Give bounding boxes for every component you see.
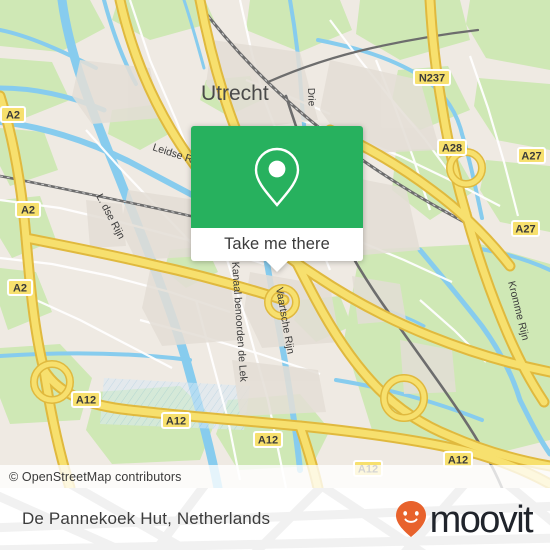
map-shield: A2 [7, 279, 33, 296]
svg-text:A12: A12 [76, 395, 96, 407]
map-shield: N237 [413, 69, 451, 86]
map-shield: A28 [437, 139, 467, 156]
moovit-logo[interactable]: moovit [394, 499, 534, 541]
take-me-there-button[interactable]: Take me there [191, 228, 363, 272]
map-shield: A12 [161, 412, 191, 429]
map-shield: A27 [511, 220, 540, 237]
map-shield: A12 [253, 431, 283, 448]
map-label-water: Drie [305, 88, 317, 107]
callout-pin-area [191, 126, 363, 228]
moovit-smiley-pin-icon [395, 501, 426, 537]
svg-text:A2: A2 [21, 205, 35, 217]
place-callout-card[interactable]: Take me there [191, 126, 363, 272]
map-shield: A2 [0, 106, 26, 123]
map-shield: A2 [15, 201, 41, 218]
moovit-wordmark: moovit [429, 499, 534, 541]
svg-text:A27: A27 [515, 224, 535, 236]
osm-attribution-bar: © OpenStreetMap contributors [0, 465, 550, 488]
svg-text:A28: A28 [442, 143, 462, 155]
footer-bar: De Pannekoek Hut, Netherlands moovit [0, 488, 550, 550]
map-place-card-screen: Utrecht Leidse Rijn L. dse Rijn Drie Vaa… [0, 0, 550, 550]
svg-text:A27: A27 [521, 151, 541, 163]
map-shield: A27 [517, 147, 546, 164]
take-me-there-label: Take me there [224, 235, 330, 253]
map-pin-icon [254, 147, 300, 207]
place-title: De Pannekoek Hut, Netherlands [22, 509, 271, 528]
svg-text:A12: A12 [166, 416, 186, 428]
map-label-city: Utrecht [201, 82, 269, 105]
svg-text:A2: A2 [6, 110, 20, 122]
callout-pointer [265, 260, 289, 272]
svg-text:A12: A12 [258, 435, 278, 447]
svg-text:A2: A2 [13, 283, 27, 295]
svg-text:N237: N237 [419, 73, 445, 85]
osm-attribution-text: © OpenStreetMap contributors [9, 469, 182, 484]
map-shield: A12 [71, 391, 101, 408]
